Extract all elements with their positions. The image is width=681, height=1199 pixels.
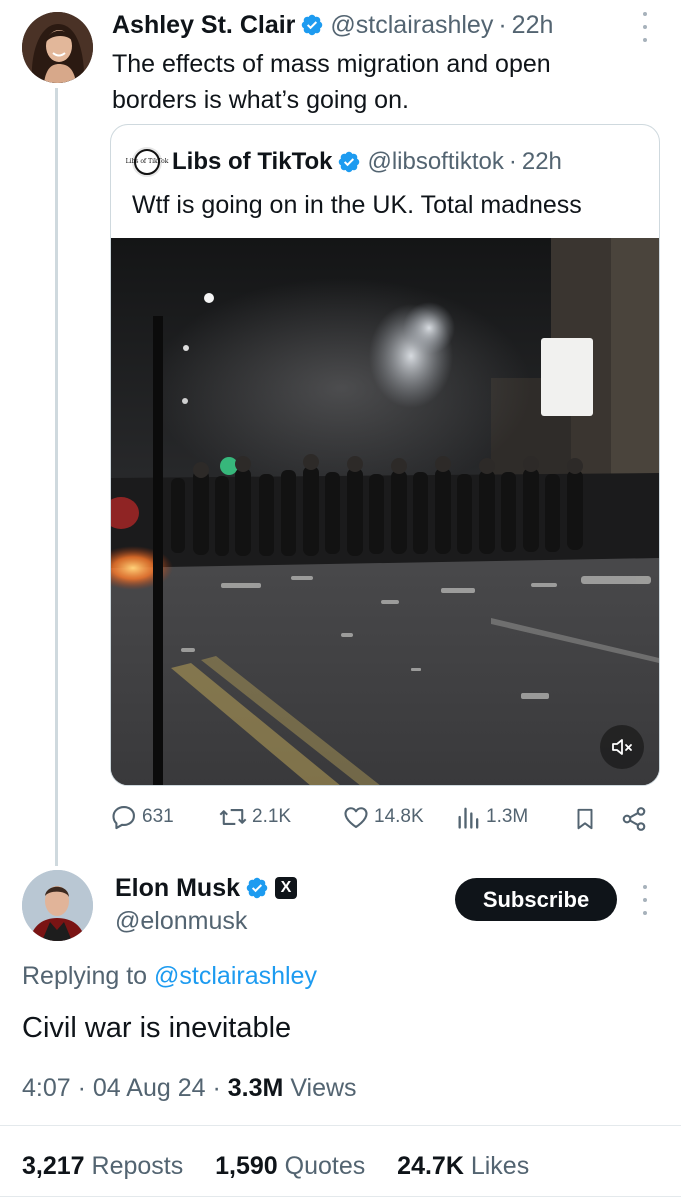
avatar[interactable]: [22, 870, 93, 941]
tweet-action-bar: 631 2.1K 14.8K 1.3M: [110, 803, 650, 835]
quotes-label: Quotes: [284, 1152, 366, 1180]
verified-badge-icon[interactable]: [245, 876, 269, 900]
muted-speaker-icon: [612, 739, 632, 755]
more-options-button[interactable]: [639, 885, 651, 915]
likes-count: 24.7K: [397, 1152, 464, 1180]
separator-dot: ·: [77, 1074, 93, 1102]
replying-to-label: Replying to: [22, 962, 148, 990]
tweet-text: The effects of mass migration and open b…: [112, 50, 551, 114]
author-handle[interactable]: @stclairashley: [330, 10, 493, 40]
separator-dot: ·: [508, 148, 517, 175]
thread-connector-line: [55, 88, 58, 866]
subscribe-button[interactable]: Subscribe: [455, 878, 617, 921]
repost-button[interactable]: 2.1K: [218, 803, 291, 831]
quoted-tweet-time: 22h: [521, 148, 562, 175]
reply-author-row: Elon Musk X: [115, 873, 298, 903]
share-icon[interactable]: [620, 805, 648, 833]
avatar-image: [22, 870, 93, 941]
quoted-video[interactable]: [111, 238, 659, 785]
quotes-stat[interactable]: 1,590 Quotes: [215, 1152, 372, 1180]
video-frame-street-scene: [111, 238, 659, 785]
separator-dot: ·: [212, 1074, 228, 1102]
tweet-time[interactable]: 22h: [512, 10, 554, 40]
more-options-button[interactable]: [639, 12, 651, 42]
tweet-date[interactable]: 04 Aug 24: [93, 1074, 206, 1102]
views-count: 3.3M: [227, 1074, 284, 1102]
replying-to-line: Replying to @stclairashley: [22, 960, 317, 992]
like-count: 14.8K: [374, 806, 424, 827]
view-count: 1.3M: [486, 806, 529, 827]
verified-badge-icon: [339, 151, 360, 173]
more-dots-icon: [643, 12, 647, 16]
author-name[interactable]: Elon Musk: [115, 873, 240, 903]
reposts-stat[interactable]: 3,217 Reposts: [22, 1152, 190, 1180]
views-label: Views: [290, 1074, 357, 1102]
verified-badge-icon[interactable]: [300, 13, 324, 37]
quotes-count: 1,590: [215, 1152, 278, 1180]
more-dots-icon: [643, 885, 647, 889]
quoted-tweet-card[interactable]: Libs of TikTok Libs of TikTok @libsoftik…: [110, 124, 660, 786]
quoted-tweet-header: Libs of TikTok Libs of TikTok @libsoftik…: [126, 147, 562, 177]
quoted-tweet-text: Wtf is going on in the UK. Total madness: [132, 191, 582, 219]
replying-to-mention[interactable]: @stclairashley: [154, 962, 317, 990]
tweet-text: Civil war is inevitable: [22, 1012, 292, 1044]
tweet-header: Ashley St. Clair @stclairashley · 22h: [112, 10, 553, 40]
reposts-label: Reposts: [91, 1152, 184, 1180]
quoted-avatar-logo: Libs of TikTok: [126, 151, 168, 173]
views-icon: [458, 807, 479, 829]
reply-icon: [112, 806, 135, 830]
likes-stat[interactable]: 24.7K Likes: [397, 1152, 529, 1180]
reply-button[interactable]: 631: [110, 803, 174, 831]
separator-dot: ·: [498, 11, 507, 39]
avatar[interactable]: [22, 12, 93, 83]
mute-button[interactable]: [600, 725, 644, 769]
engagement-stats: 3,217 Reposts 1,590 Quotes 24.7K Likes: [22, 1150, 529, 1182]
tweet-metadata: 4:07 · 04 Aug 24 · 3.3M Views: [22, 1072, 357, 1104]
author-name[interactable]: Ashley St. Clair: [112, 10, 295, 40]
reply-count: 631: [142, 806, 174, 827]
author-handle[interactable]: @elonmusk: [115, 905, 247, 937]
x-affiliate-badge-icon[interactable]: X: [275, 877, 298, 899]
tweet-time[interactable]: 4:07: [22, 1074, 71, 1102]
reposts-count: 3,217: [22, 1152, 85, 1180]
heart-icon: [344, 807, 368, 828]
like-button[interactable]: 14.8K: [342, 803, 424, 831]
quoted-author-handle: @libsoftiktok: [367, 148, 504, 175]
divider: [0, 1196, 681, 1197]
quoted-author-name[interactable]: Libs of TikTok: [172, 147, 332, 177]
repost-icon: [219, 809, 247, 825]
quoted-avatar: Libs of TikTok: [126, 147, 168, 177]
likes-label: Likes: [470, 1152, 530, 1180]
bookmark-icon[interactable]: [572, 805, 598, 833]
avatar-image: [22, 12, 93, 83]
repost-count: 2.1K: [252, 806, 292, 827]
views-button[interactable]: 1.3M: [456, 803, 528, 831]
divider: [0, 1125, 681, 1126]
